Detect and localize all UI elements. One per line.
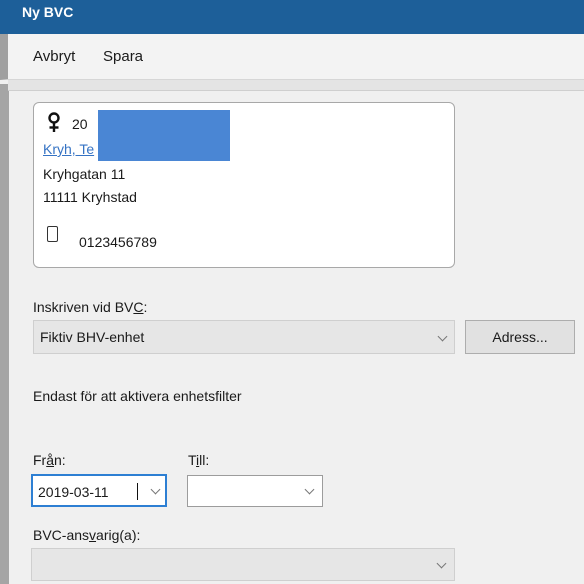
menu-bar: Avbryt Spara [0, 34, 584, 80]
unit-select[interactable]: Fiktiv BHV-enhet [33, 320, 455, 354]
window-title: Ny BVC [0, 0, 584, 34]
address-button[interactable]: Adress... [465, 320, 575, 354]
from-label: Från: [33, 452, 66, 468]
to-date-field[interactable] [187, 475, 323, 507]
top-strip [8, 80, 584, 91]
cancel-button[interactable]: Avbryt [33, 48, 75, 65]
patient-id: 20 [72, 116, 88, 132]
redaction-block [98, 110, 230, 161]
phone-icon [47, 226, 58, 242]
chevron-down-icon [437, 331, 448, 342]
filter-note: Endast för att aktivera enhetsfilter [33, 388, 242, 404]
patient-phone: 0123456789 [79, 234, 157, 250]
patient-name-link[interactable]: Kryh, Te [43, 141, 94, 157]
patient-street: Kryhgatan 11 [43, 166, 126, 182]
female-icon [48, 112, 60, 132]
patient-card: 20 Kryh, Te Kryhgatan 11 11111 Kryhstad … [33, 102, 455, 268]
chevron-down-icon [436, 558, 447, 569]
from-date-field[interactable]: 2019-03-11 [31, 474, 167, 507]
responsible-select[interactable] [31, 548, 455, 581]
text-caret [137, 483, 138, 500]
unit-label: Inskriven vid BVC: [33, 299, 148, 315]
unit-value: Fiktiv BHV-enhet [40, 329, 145, 345]
to-label: Till: [188, 452, 210, 468]
chevron-down-icon[interactable] [150, 484, 161, 495]
patient-postal: 11111 Kryhstad [43, 189, 137, 205]
left-edge [0, 84, 9, 584]
save-button[interactable]: Spara [103, 48, 143, 65]
chevron-down-icon[interactable] [304, 484, 315, 495]
responsible-label: BVC-ansvarig(a): [33, 527, 141, 543]
from-date-value: 2019-03-11 [38, 484, 109, 500]
